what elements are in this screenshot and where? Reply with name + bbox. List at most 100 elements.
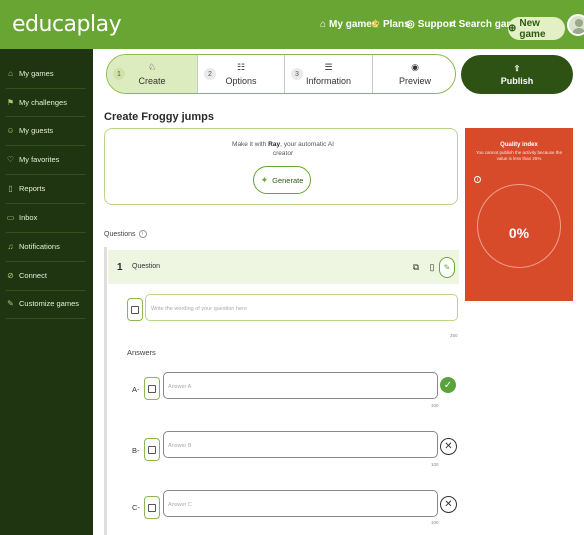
support-icon: ◎	[406, 19, 415, 30]
create-icon: ♘	[147, 62, 157, 72]
correct-check-icon[interactable]: ✓	[440, 377, 456, 393]
add-image-button[interactable]	[127, 298, 143, 321]
questions-label-text: Questions	[104, 230, 136, 238]
add-image-button[interactable]	[144, 377, 160, 400]
step-label: Options	[225, 76, 257, 86]
nav-plans[interactable]: ♔ Plans	[371, 19, 410, 30]
sliders-icon: ☷	[236, 62, 246, 72]
answers-label: Answers	[127, 348, 156, 357]
question-input[interactable]: Write the wording of your question here	[145, 294, 458, 321]
step-label: Information	[305, 76, 352, 86]
trash-icon[interactable]: ▯	[425, 260, 439, 274]
sidebar-item-label: My favorites	[19, 155, 60, 164]
brush-icon: ✎	[7, 299, 14, 308]
link-icon: ⊘	[7, 271, 14, 280]
info-icon[interactable]: i	[138, 230, 147, 238]
step-options[interactable]: 2 ☷ Options	[198, 55, 284, 93]
heart-icon: ♡	[6, 155, 15, 164]
plus-icon: ⊕	[508, 23, 517, 34]
answer-input-a[interactable]: Answer A	[163, 372, 438, 399]
sidebar-item-label: My challenges	[19, 98, 67, 107]
char-counter: 100	[431, 462, 439, 467]
ai-generator-panel: Make it with Ray, your automatic AI crea…	[104, 128, 458, 205]
sidebar-item-notifications[interactable]: ♫ Notifications	[6, 242, 60, 251]
answer-input-c[interactable]: Answer C	[163, 490, 438, 517]
step-number: 3	[291, 68, 303, 80]
generate-button[interactable]: ✦ Generate	[253, 166, 311, 194]
sidebar-item-connect[interactable]: ⊘ Connect	[6, 271, 47, 280]
sidebar-divider	[6, 116, 86, 117]
step-create[interactable]: 1 ♘ Create	[107, 55, 197, 93]
questions-label: Questions i	[104, 230, 147, 238]
publish-label: Publish	[500, 75, 534, 86]
top-bar: educaplay ⌂ My games ♔ Plans ◎ Support ⌕…	[0, 0, 584, 49]
avatar[interactable]	[567, 14, 584, 36]
sidebar-item-customize-games[interactable]: ✎ Customize games	[6, 299, 79, 308]
sidebar-divider	[6, 232, 86, 233]
duplicate-icon[interactable]: ⧉	[409, 260, 423, 274]
users-icon: ☺	[6, 126, 15, 135]
char-counter: 100	[431, 520, 439, 525]
step-preview[interactable]: ◉ Preview	[373, 55, 455, 93]
char-counter: 100	[431, 403, 439, 408]
sidebar-divider	[6, 318, 86, 319]
step-information[interactable]: 3 ☰ Information	[285, 55, 372, 93]
answer-letter: A-	[132, 385, 140, 394]
quality-description: You cannot publish the activity because …	[475, 150, 563, 161]
nav-my-games[interactable]: ⌂ My games	[320, 19, 377, 30]
bell-icon: ♫	[7, 242, 14, 251]
magic-wand-icon: ✦	[260, 174, 269, 185]
char-counter: 250	[450, 333, 458, 338]
sidebar-item-label: My games	[19, 69, 54, 78]
sidebar-item-label: Notifications	[19, 242, 60, 251]
question-title: Question	[132, 263, 161, 270]
app-logo[interactable]: educaplay	[12, 12, 122, 37]
nav-support[interactable]: ◎ Support	[406, 19, 456, 30]
flag-icon: ⚑	[6, 98, 15, 107]
add-image-button[interactable]	[144, 496, 160, 519]
sidebar-item-label: Customize games	[19, 299, 80, 308]
add-image-button[interactable]	[144, 438, 160, 461]
sidebar-divider	[6, 88, 86, 89]
sidebar-divider	[6, 261, 86, 262]
quality-title: Quality index	[500, 142, 538, 148]
new-game-label: New game	[519, 17, 546, 40]
step-number: 1	[113, 68, 125, 80]
sidebar	[0, 49, 93, 535]
step-label: Preview	[398, 76, 431, 86]
sidebar-item-label: My guests	[19, 126, 54, 135]
sidebar-item-my-challenges[interactable]: ⚑ My challenges	[6, 98, 67, 107]
edit-icon[interactable]: ✎	[439, 257, 455, 278]
rocket-icon: ⇧	[513, 63, 521, 73]
ai-text-prefix: Make it with	[232, 141, 267, 148]
ai-brand: Ray	[268, 141, 281, 148]
crown-icon: ♔	[371, 19, 380, 30]
step-number: 2	[204, 68, 216, 80]
ai-description: Make it with Ray, your automatic AI crea…	[225, 140, 341, 158]
quality-index-panel: Quality index You cannot publish the act…	[465, 128, 573, 301]
page-title: Create Froggy jumps	[104, 111, 215, 123]
step-label: Create	[138, 76, 166, 86]
publish-button[interactable]: ⇧ Publish	[461, 55, 573, 94]
sidebar-item-reports[interactable]: ▯ Reports	[6, 184, 45, 193]
question-header[interactable]: 1 Question ⧉ ▯ ✎	[108, 250, 459, 284]
mark-wrong-icon[interactable]: ✕	[440, 438, 457, 455]
sidebar-item-label: Inbox	[19, 213, 38, 222]
mark-wrong-icon[interactable]: ✕	[440, 496, 457, 513]
sidebar-item-my-favorites[interactable]: ♡ My favorites	[6, 155, 60, 164]
sidebar-divider	[6, 203, 86, 204]
sidebar-item-my-games[interactable]: ⌂ My games	[6, 69, 54, 78]
gamepad-icon: ⌂	[8, 69, 13, 78]
generate-label: Generate	[272, 175, 304, 185]
answer-input-b[interactable]: Answer B	[163, 431, 438, 458]
answer-letter: C-	[132, 503, 140, 512]
sidebar-item-my-guests[interactable]: ☺ My guests	[6, 126, 53, 135]
gamepad-icon: ⌂	[320, 19, 327, 30]
sidebar-divider	[6, 145, 86, 146]
sidebar-item-inbox[interactable]: ▭ Inbox	[6, 213, 38, 222]
search-icon: ⌕	[450, 19, 456, 30]
new-game-button[interactable]: ⊕ New game	[508, 17, 565, 40]
info-icon[interactable]: i	[474, 176, 481, 183]
ai-text-suffix: , your automatic AI creator	[272, 141, 334, 157]
sidebar-divider	[6, 290, 86, 291]
